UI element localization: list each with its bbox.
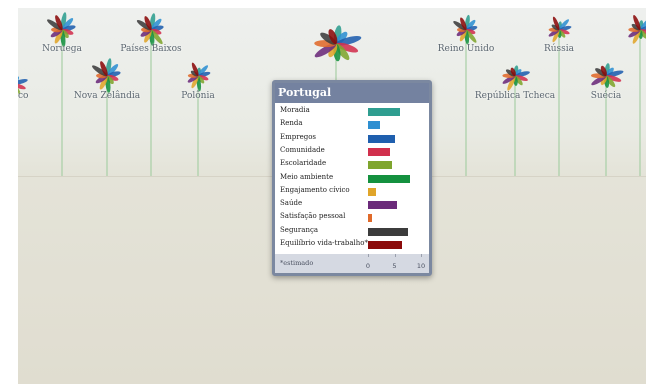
popup-footer: *estimado 0 5 10 [275,254,429,273]
row-label: Equilíbrio vida-trabalho* [280,239,368,247]
x-tick-label: 0 [365,262,371,270]
country-popup: Portugal Moradia Renda Empregos Comunidade E… [272,80,432,276]
row-label: Renda [280,119,303,128]
country-label-suecia[interactable]: Suécia [591,91,622,101]
flower-nova-zelandia[interactable] [91,58,121,176]
country-label-polonia[interactable]: Polônia [181,91,214,101]
bar[interactable] [368,121,381,130]
row-label: Meio ambiente [280,172,334,181]
country-label-republica-tcheca[interactable]: República Tcheca [475,91,555,101]
flower-edge[interactable] [627,14,646,176]
row-label: Moradia [280,106,310,114]
flower-suecia[interactable] [590,63,624,176]
popup-title: Portugal [275,83,429,103]
row-label: Empregos [280,132,317,141]
x-tick-label: 10 [416,262,426,270]
bar[interactable] [368,201,397,210]
row-label: Satisfação pessoal [280,212,346,221]
flower-noruega[interactable] [46,12,76,176]
row-label: Engajamento cívico [280,185,350,194]
country-label-reino-unido[interactable]: Reino Unido [438,44,495,54]
bar[interactable] [368,187,376,196]
bar-chart: Moradia Renda Empregos Comunidade Escolarida… [275,103,429,254]
bar[interactable] [368,108,400,116]
bar[interactable] [368,227,409,236]
x-tick-mark [368,254,369,257]
flower-republica-tcheca[interactable] [502,65,531,176]
flower-polonia[interactable] [187,62,211,176]
row-label: Escolaridade [280,159,327,168]
bar[interactable] [368,214,373,223]
bar[interactable] [368,241,403,249]
bar[interactable] [368,161,392,170]
bar[interactable] [368,134,396,143]
row-label: Saúde [280,199,303,208]
country-label-nova-zelandia[interactable]: Nova Zelândia [74,91,140,101]
footnote: *estimado [280,259,314,267]
flower-mexico[interactable] [18,74,28,176]
country-label-russia[interactable]: Rússia [544,44,574,54]
country-label-paises-baixos[interactable]: Países Baixos [120,44,181,54]
row-label: Comunidade [280,145,325,154]
row-label: Segurança [280,225,319,234]
country-label-noruega[interactable]: Noruega [42,44,82,54]
bar[interactable] [368,147,390,156]
x-tick-label: 5 [392,262,397,270]
x-tick-mark [394,254,396,257]
flower-field: Noruega Países Baixos Reino Unido Rússia… [18,8,646,384]
x-tick-mark [421,254,422,257]
country-label-mexico[interactable]: México [18,91,28,101]
bar[interactable] [368,174,411,183]
